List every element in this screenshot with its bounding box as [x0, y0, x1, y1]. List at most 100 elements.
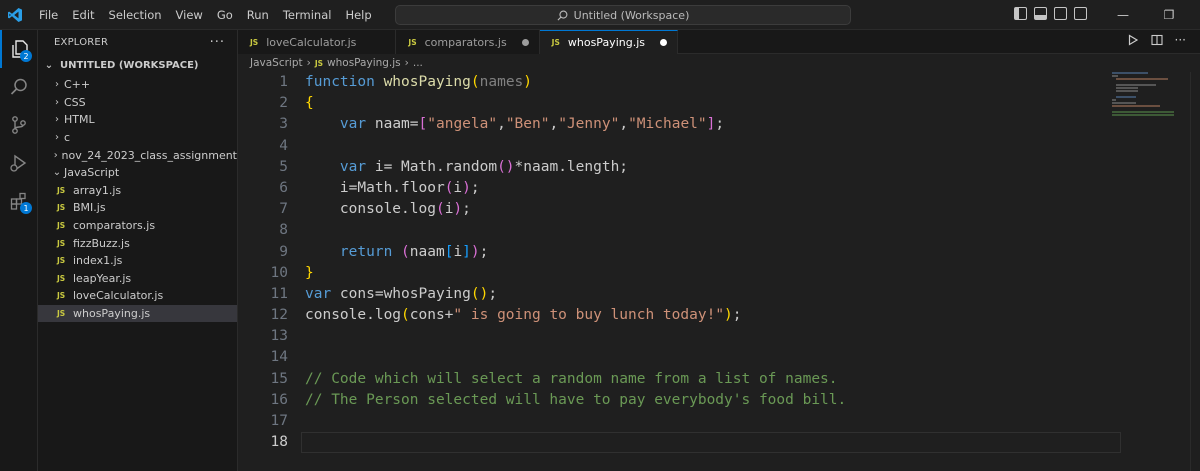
activity-bar: 2 1	[0, 30, 38, 471]
code-line-7[interactable]: console.log(i);	[305, 199, 1125, 220]
file-bmi[interactable]: JS BMI.js	[38, 199, 237, 217]
code-line-11[interactable]: var cons=whosPaying();	[305, 284, 1125, 305]
code-area[interactable]: function whosPaying(names) { var naam=["…	[301, 72, 1125, 454]
js-file-icon: JS	[551, 38, 560, 47]
restore-icon[interactable]: ❐	[1146, 0, 1192, 30]
run-file-icon[interactable]	[1127, 34, 1139, 46]
unsaved-dot-icon[interactable]	[521, 38, 529, 46]
line-number: 15	[270, 370, 288, 387]
toggle-panel-icon[interactable]	[1034, 7, 1047, 20]
code-line-14[interactable]	[305, 347, 1125, 368]
file-index1[interactable]: JS index1.js	[38, 252, 237, 270]
file-fizzbuzz[interactable]: JS fizzBuzz.js	[38, 234, 237, 252]
chevron-right-icon: ›	[306, 57, 311, 69]
code-line-16[interactable]: // The Person selected will have to pay …	[305, 390, 1125, 411]
menu-file[interactable]: File	[32, 0, 65, 30]
breadcrumb-more[interactable]: ...	[413, 57, 423, 69]
chevron-right-icon: ›	[55, 79, 59, 91]
minimize-icon[interactable]: —	[1100, 0, 1146, 30]
js-file-icon: JS	[408, 37, 417, 47]
code-line-3[interactable]: var naam=["angela","Ben","Jenny","Michae…	[305, 114, 1125, 135]
js-file-icon: JS	[57, 221, 66, 231]
code-line-1[interactable]: function whosPaying(names)	[305, 72, 1125, 93]
source-control-icon[interactable]	[0, 106, 38, 144]
js-file-icon: JS	[57, 291, 66, 301]
toggle-primary-sidebar-icon[interactable]	[1014, 7, 1027, 20]
folder-nov-24[interactable]: › nov_24_2023_class_assignment	[38, 146, 237, 164]
menu-terminal[interactable]: Terminal	[276, 0, 339, 30]
file-label: array1.js	[73, 183, 122, 197]
line-number: 17	[270, 413, 288, 429]
editor-scrollbar[interactable]	[1190, 72, 1200, 471]
split-editor-icon[interactable]	[1150, 34, 1163, 46]
chevron-right-icon: ›	[404, 57, 409, 69]
code-line-10[interactable]: }	[305, 263, 1125, 284]
menu-bar: File Edit Selection View Go Run Terminal…	[32, 0, 379, 30]
menu-go[interactable]: Go	[210, 0, 240, 30]
folder-label: C++	[64, 78, 91, 92]
minimap[interactable]	[1112, 72, 1190, 116]
code-line-6[interactable]: i=Math.floor(i);	[305, 178, 1125, 199]
menu-run[interactable]: Run	[240, 0, 276, 30]
tab-label: comparators.js	[424, 35, 507, 49]
code-editor[interactable]: 1 2 3 4 5 6 7 8 9 10 11 12 13 14 15 16 17 18 function who…	[238, 72, 1200, 471]
file-lovecalculator[interactable]: JS loveCalculator.js	[38, 287, 237, 305]
tab-whospaying[interactable]: JS whosPaying.js	[539, 30, 678, 54]
code-line-12[interactable]: console.log(cons+" is going to buy lunch…	[305, 305, 1125, 326]
breadcrumb-file[interactable]: whosPaying.js	[327, 57, 401, 69]
menu-edit[interactable]: Edit	[65, 0, 101, 30]
code-line-4[interactable]	[305, 136, 1125, 157]
code-line-8[interactable]	[305, 220, 1125, 241]
explorer-icon[interactable]: 2	[0, 30, 38, 68]
menu-view[interactable]: View	[169, 0, 210, 30]
layout-controls	[1014, 7, 1087, 20]
code-line-5[interactable]: var i= Math.random()*naam.length;	[305, 157, 1125, 178]
file-comparators[interactable]: JS comparators.js	[38, 217, 237, 235]
file-label: fizzBuzz.js	[73, 236, 130, 250]
explorer-sidebar: EXPLORER ··· ⌄ UNTITLED (WORKSPACE) › C++…	[38, 30, 238, 471]
unsaved-dot-icon[interactable]	[660, 39, 667, 46]
file-leapyear[interactable]: JS leapYear.js	[38, 270, 237, 288]
editor-actions: ···	[1127, 34, 1186, 46]
toggle-secondary-sidebar-icon[interactable]	[1054, 7, 1067, 20]
folder-c[interactable]: › c	[38, 129, 237, 147]
tab-lovecalculator[interactable]: JS loveCalculator.js	[238, 30, 397, 54]
command-center[interactable]: Untitled (Workspace)	[395, 5, 851, 25]
run-debug-icon[interactable]	[0, 144, 38, 182]
code-line-15[interactable]: // Code which will select a random name …	[305, 369, 1125, 390]
js-file-icon: JS	[57, 256, 66, 266]
folder-javascript[interactable]: ⌄ JavaScript	[38, 164, 237, 182]
more-actions-icon[interactable]: ···	[210, 35, 225, 50]
js-file-icon: JS	[57, 273, 66, 283]
file-array1[interactable]: JS array1.js	[38, 182, 237, 200]
code-line-9[interactable]: return (naam[i]);	[305, 242, 1125, 263]
line-number: 11	[270, 285, 288, 302]
workspace-row[interactable]: ⌄ UNTITLED (WORKSPACE)	[38, 54, 237, 76]
line-number: 3	[279, 116, 288, 133]
folder-css[interactable]: › CSS	[38, 94, 237, 112]
folder-cpp[interactable]: › C++	[38, 76, 237, 94]
menu-help[interactable]: Help	[338, 0, 378, 30]
file-whospaying[interactable]: JS whosPaying.js	[38, 304, 237, 323]
file-label: whosPaying.js	[73, 307, 151, 321]
line-number: 7	[279, 201, 288, 218]
extensions-icon[interactable]: 1	[0, 182, 38, 220]
breadcrumb-folder[interactable]: JavaScript	[250, 57, 303, 69]
more-actions-icon[interactable]: ···	[1175, 34, 1186, 46]
code-line-2[interactable]: {	[305, 93, 1125, 114]
code-line-17[interactable]	[305, 411, 1125, 432]
search-view-icon[interactable]	[0, 68, 38, 106]
tab-label: loveCalculator.js	[266, 35, 357, 49]
customize-layout-icon[interactable]	[1074, 7, 1087, 20]
line-number-gutter: 1 2 3 4 5 6 7 8 9 10 11 12 13 14 15 16 17 18	[238, 72, 288, 453]
file-label: BMI.js	[73, 201, 106, 215]
folder-label: CSS	[64, 95, 86, 109]
explorer-header: EXPLORER ···	[38, 30, 237, 54]
line-number: 12	[270, 307, 288, 324]
folder-html[interactable]: › HTML	[38, 111, 237, 129]
menu-selection[interactable]: Selection	[102, 0, 169, 30]
chevron-down-icon: ⌄	[52, 167, 62, 179]
code-line-13[interactable]	[305, 326, 1125, 347]
tab-comparators[interactable]: JS comparators.js	[396, 30, 540, 54]
code-line-18[interactable]	[301, 432, 1121, 454]
